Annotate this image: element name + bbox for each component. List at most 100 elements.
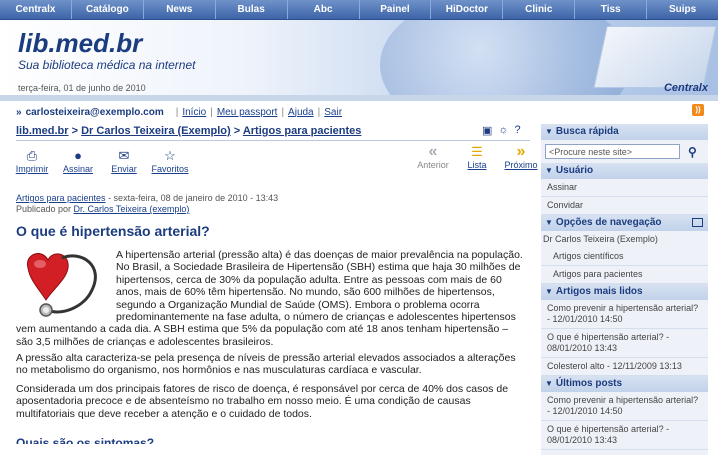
- user-icon: ●: [74, 148, 82, 163]
- nav-catalogo[interactable]: Catálogo: [72, 0, 144, 19]
- user-header: ▼ Usuário: [541, 163, 708, 179]
- navigation-title: Opções de navegação: [555, 217, 662, 228]
- search-input[interactable]: [545, 144, 680, 159]
- latest-post-item[interactable]: O que é hipertensão arterial? - 08/01/20…: [541, 421, 708, 450]
- section-heading: Quais são os sintomas?: [16, 436, 155, 444]
- author-link[interactable]: Dr. Carlos Teixeira (exemplo): [74, 204, 190, 214]
- site-banner: lib.med.br Sua biblioteca médica na inte…: [0, 20, 718, 95]
- breadcrumb: lib.med.br > Dr Carlos Teixeira (Exemplo…: [16, 125, 361, 137]
- breadcrumb-category[interactable]: Artigos para pacientes: [243, 125, 362, 137]
- link-sair[interactable]: Sair: [324, 107, 342, 118]
- link-inicio[interactable]: Início: [182, 107, 206, 118]
- article-pager: « Anterior ☰ Lista » Próximo: [414, 143, 540, 171]
- most-read-item[interactable]: Como prevenir a hipertensão arterial? - …: [541, 300, 708, 329]
- separator: |: [317, 106, 321, 118]
- article-actions: ⎙ Imprimir ● Assinar ✉ Enviar ☆ Favorito…: [14, 148, 189, 174]
- previous-action[interactable]: « Anterior: [414, 143, 452, 171]
- list-link[interactable]: Lista: [467, 160, 486, 170]
- triangle-down-icon: ▼: [545, 287, 553, 296]
- navigation-header: ▼ Opções de navegação: [541, 215, 708, 231]
- link-meu-passport[interactable]: Meu passport: [217, 107, 278, 118]
- article-title: O que é hipertensão arterial?: [16, 223, 210, 239]
- article-meta: Artigos para pacientes - sexta-feira, 08…: [16, 193, 278, 215]
- article-paragraph: A hipertensão arterial (pressão alta) é …: [16, 249, 526, 348]
- triangle-down-icon: ▼: [545, 127, 553, 136]
- triangle-down-icon: ▼: [545, 218, 553, 227]
- subscribe-action[interactable]: ● Assinar: [60, 148, 96, 174]
- sidebar-item-convidar[interactable]: Convidar: [541, 197, 708, 215]
- nav-suips[interactable]: Suips: [647, 0, 718, 19]
- image-spacer: [16, 249, 116, 319]
- user-title: Usuário: [555, 165, 594, 176]
- window-icon[interactable]: [692, 218, 703, 227]
- sidebar-item-artigos-pacientes[interactable]: Artigos para pacientes: [541, 266, 708, 284]
- triangle-down-icon: ▼: [545, 379, 553, 388]
- help-icon[interactable]: ?: [515, 124, 521, 137]
- search-icon[interactable]: ⚲: [688, 145, 697, 159]
- book-image: [593, 26, 717, 88]
- centralx-logo[interactable]: Centralx: [664, 82, 708, 94]
- printer-icon: ⎙: [26, 148, 38, 163]
- separator: |: [210, 106, 213, 118]
- published-by-label: Publicado por: [16, 204, 74, 214]
- article-paragraph: A pressão alta caracteriza-se pela prese…: [16, 352, 516, 377]
- separator: |: [175, 106, 179, 118]
- nav-hidoctor[interactable]: HiDoctor: [431, 0, 504, 19]
- page-tools: ▣ ☼ ?: [482, 124, 521, 137]
- rss-icon[interactable]: )): [692, 104, 704, 116]
- divider: [16, 140, 530, 141]
- star-icon: ☆: [164, 148, 176, 163]
- latest-posts-title: Últimos posts: [555, 378, 623, 389]
- favorites-link[interactable]: Favoritos: [152, 164, 189, 174]
- next-link[interactable]: Próximo: [504, 160, 537, 170]
- send-link[interactable]: Enviar: [111, 164, 137, 174]
- nav-tiss[interactable]: Tiss: [575, 0, 648, 19]
- user-email: carlosteixeira@exemplo.com: [25, 106, 164, 118]
- site-tagline: Sua biblioteca médica na internet: [18, 58, 196, 72]
- sidebar-item-artigos-cientificos[interactable]: Artigos científicos: [541, 248, 708, 266]
- triangle-down-icon: ▼: [545, 166, 553, 175]
- latest-post-item[interactable]: Como prevenir a hipertensão arterial? - …: [541, 392, 708, 421]
- list-icon: ☰: [471, 144, 483, 159]
- nav-painel[interactable]: Painel: [360, 0, 432, 19]
- double-chevron-right-icon: »: [516, 143, 526, 160]
- latest-posts-header: ▼ Últimos posts: [541, 376, 708, 392]
- next-action[interactable]: » Próximo: [502, 143, 540, 171]
- lightbulb-icon[interactable]: ☼: [498, 124, 508, 137]
- globe-image: [380, 20, 630, 95]
- nav-abc[interactable]: Abc: [288, 0, 360, 19]
- search-title: Busca rápida: [555, 126, 619, 137]
- send-action[interactable]: ✉ Enviar: [106, 148, 142, 174]
- article-paragraph: Considerada um dos principais fatores de…: [16, 383, 509, 420]
- double-chevron-left-icon: «: [428, 143, 438, 160]
- user-bar: » carlosteixeira@exemplo.com | Início | …: [0, 103, 718, 121]
- envelope-icon: ✉: [118, 148, 130, 163]
- favorite-action[interactable]: ☆ Favoritos: [152, 148, 189, 174]
- article-date: - sexta-feira, 08 de janeiro de 2010 - 1…: [105, 193, 279, 203]
- most-read-item[interactable]: Colesterol alto - 12/11/2009 13:13: [541, 358, 708, 376]
- tv-icon[interactable]: ▣: [482, 124, 492, 137]
- breadcrumb-separator: >: [71, 125, 82, 137]
- sidebar-item-assinar[interactable]: Assinar: [541, 179, 708, 197]
- nav-clinic[interactable]: Clinic: [503, 0, 576, 19]
- most-read-header: ▼ Artigos mais lidos: [541, 284, 708, 300]
- breadcrumb-home[interactable]: lib.med.br: [16, 125, 69, 137]
- previous-label: Anterior: [417, 160, 449, 170]
- sidebar-item-author[interactable]: Dr Carlos Teixeira (Exemplo): [541, 231, 708, 248]
- list-action[interactable]: ☰ Lista: [458, 144, 496, 170]
- subscribe-link[interactable]: Assinar: [63, 164, 93, 174]
- nav-centralx[interactable]: Centralx: [0, 0, 72, 19]
- print-action[interactable]: ⎙ Imprimir: [14, 148, 50, 174]
- nav-bulas[interactable]: Bulas: [216, 0, 288, 19]
- link-ajuda[interactable]: Ajuda: [288, 107, 314, 118]
- most-read-title: Artigos mais lidos: [555, 286, 643, 297]
- breadcrumb-separator: >: [233, 125, 243, 137]
- site-title[interactable]: lib.med.br: [18, 28, 142, 59]
- most-read-item[interactable]: O que é hipertensão arterial? - 08/01/20…: [541, 329, 708, 358]
- print-link[interactable]: Imprimir: [16, 164, 49, 174]
- category-link[interactable]: Artigos para pacientes: [16, 193, 106, 203]
- nav-news[interactable]: News: [144, 0, 216, 19]
- separator: |: [281, 106, 285, 118]
- breadcrumb-author[interactable]: Dr Carlos Teixeira (Exemplo): [81, 125, 231, 137]
- divider: [0, 95, 718, 101]
